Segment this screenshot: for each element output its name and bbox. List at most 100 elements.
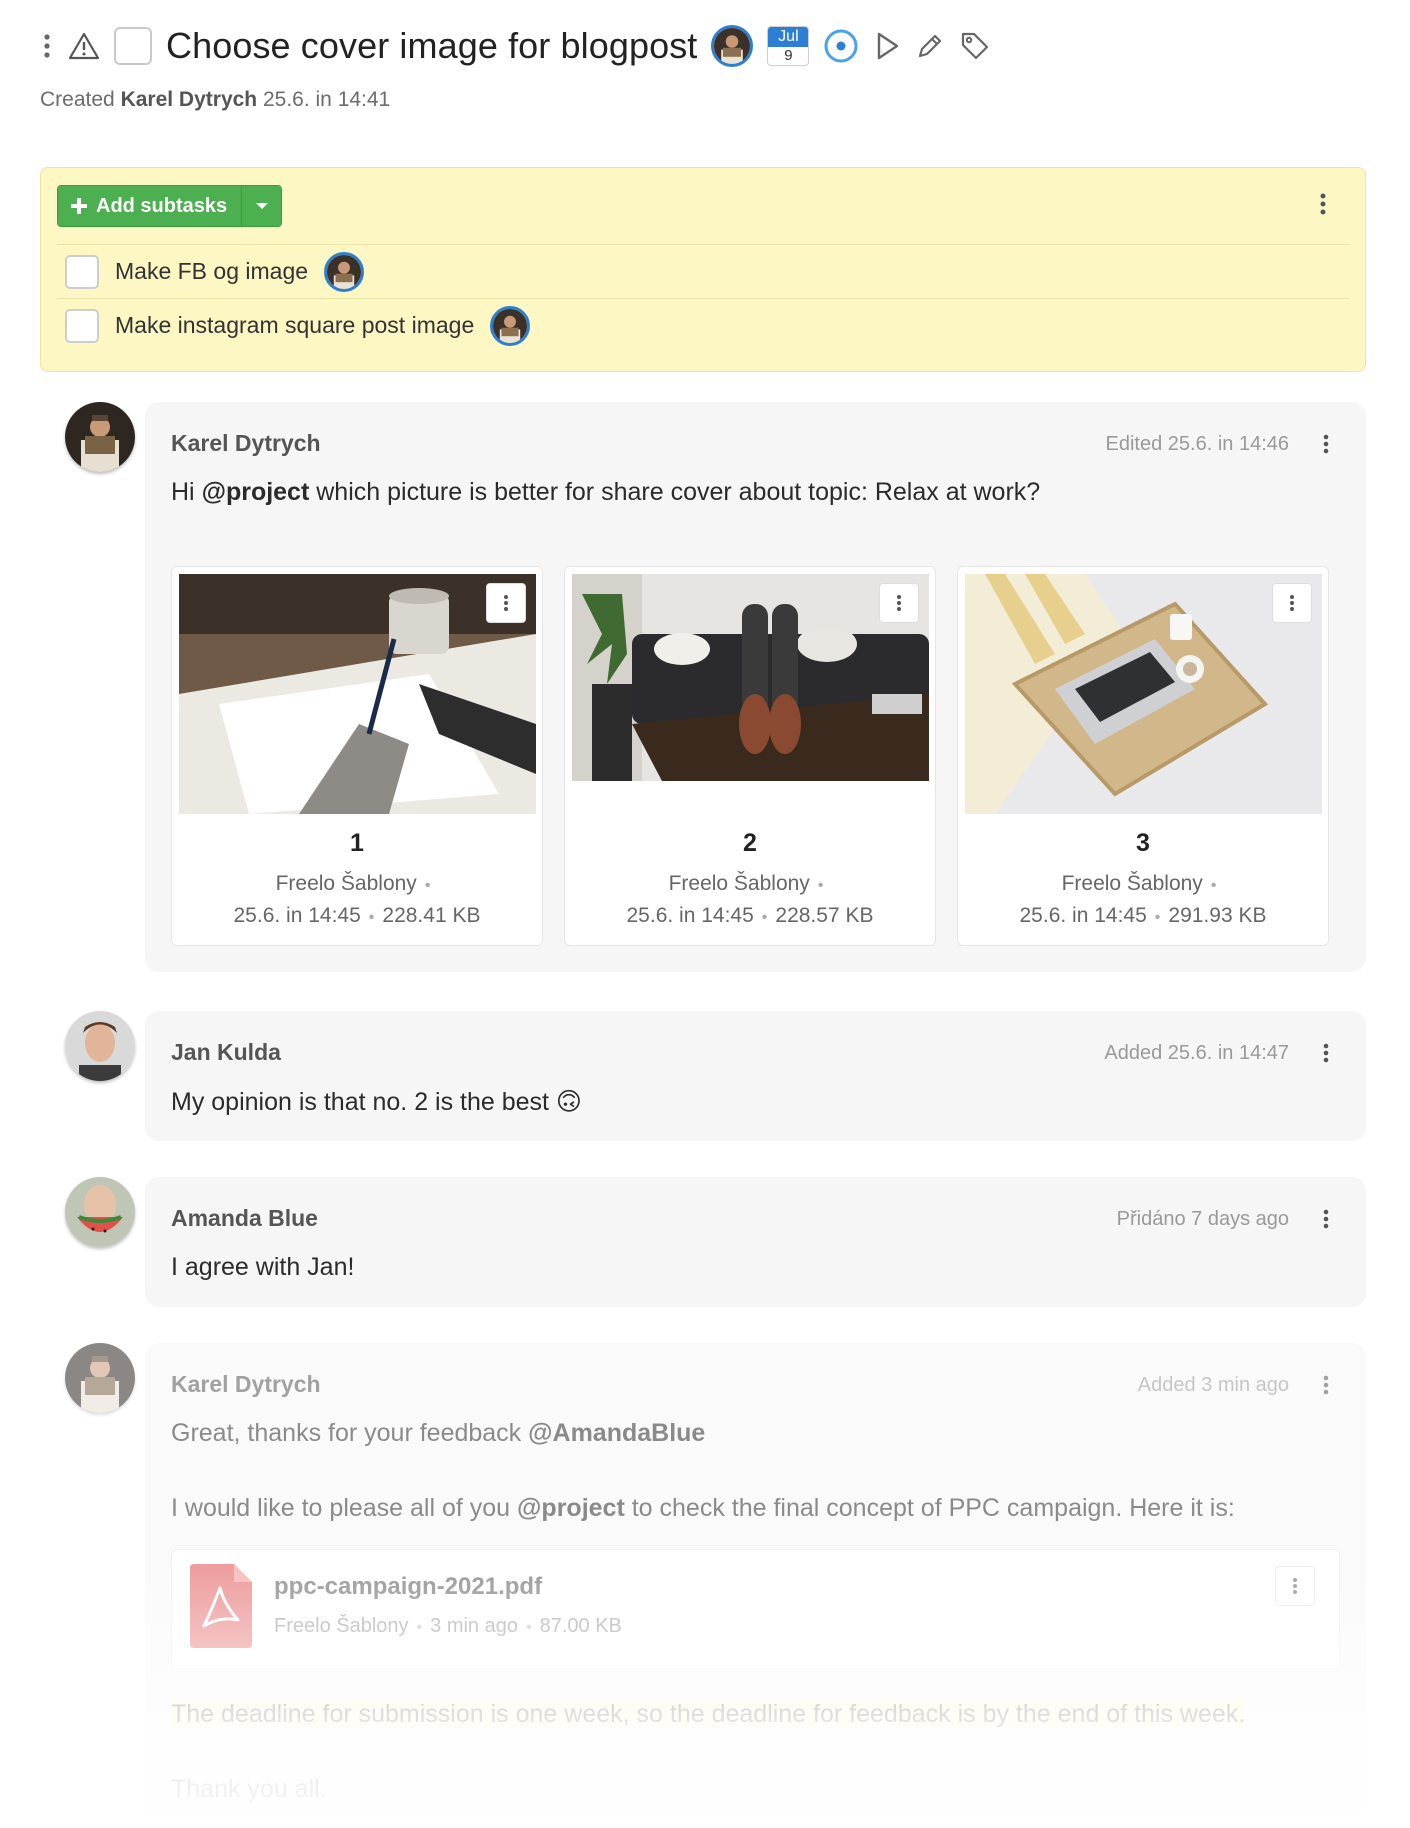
- pdf-file-icon: [190, 1564, 252, 1648]
- attachment-size: 228.57 KB: [775, 904, 874, 927]
- plus-icon: [71, 198, 87, 214]
- file-meta: Freelo Šablony • 3 min ago • 87.00 KB: [274, 1615, 622, 1638]
- subtask-label[interactable]: Make instagram square post image: [115, 312, 474, 339]
- file-time: 3 min ago: [430, 1615, 518, 1637]
- comment-author[interactable]: Amanda Blue: [171, 1205, 318, 1232]
- separator-dot: •: [368, 909, 375, 926]
- subtask-assignee-avatar[interactable]: [490, 305, 531, 346]
- mention-project[interactable]: @project: [517, 1494, 625, 1522]
- comment-author-avatar[interactable]: [65, 1343, 135, 1413]
- comment-meta: Edited 25.6. in 14:46: [1105, 433, 1289, 455]
- attachment-source: Freelo Šablony •: [958, 872, 1328, 896]
- add-subtasks-button[interactable]: Add subtasks: [58, 186, 242, 226]
- attachment-card[interactable]: 2 Freelo Šablony • 25.6. in 14:45 • 228.57 …: [564, 566, 936, 946]
- comment: Amanda Blue Přidáno 7 days ago I agree w…: [65, 1177, 1366, 1307]
- comment-bubble: Jan Kulda Added 25.6. in 14:47 My opinio…: [145, 1011, 1366, 1141]
- mention-amandablue[interactable]: @AmandaBlue: [528, 1419, 705, 1447]
- attachment-size: 228.41 KB: [382, 904, 481, 927]
- separator-dot: •: [424, 877, 431, 894]
- file-attachment-card[interactable]: ppc-campaign-2021.pdf Freelo Šablony • 3 m…: [171, 1549, 1340, 1669]
- subtasks-menu-kebab-icon[interactable]: [1319, 192, 1327, 216]
- attachment-info: 25.6. in 14:45 • 291.93 KB: [958, 904, 1328, 928]
- created-by[interactable]: Karel Dytrych: [121, 88, 258, 111]
- chevron-down-icon: [255, 203, 268, 209]
- comment-bubble: Karel Dytrych Edited 25.6. in 14:46 Hi @…: [145, 402, 1366, 972]
- attachment-menu-kebab-icon[interactable]: [879, 583, 919, 623]
- attachment-source-name[interactable]: Freelo Šablony: [1062, 872, 1203, 895]
- add-subtasks-label: Add subtasks: [96, 194, 228, 217]
- edit-pencil-icon[interactable]: [915, 31, 945, 61]
- comment-text-part: which picture is better for share cover …: [309, 478, 1041, 506]
- separator-dot: •: [817, 877, 824, 894]
- comment: Jan Kulda Added 25.6. in 14:47 My opinio…: [65, 1011, 1366, 1141]
- file-source[interactable]: Freelo Šablony: [274, 1615, 409, 1637]
- comment-text: I agree with Jan!: [171, 1253, 355, 1281]
- attachment-card[interactable]: 3 Freelo Šablony • 25.6. in 14:45 • 291.93 …: [957, 566, 1329, 946]
- comment-author-avatar[interactable]: [65, 402, 135, 472]
- created-at: 25.6. in 14:41: [262, 88, 391, 111]
- attachment-image[interactable]: [572, 574, 929, 781]
- comment: Karel Dytrych Added 3 min ago Great, tha…: [65, 1343, 1366, 1828]
- comment-text: The deadline for submission is one week,…: [171, 1700, 1246, 1729]
- file-name[interactable]: ppc-campaign-2021.pdf: [274, 1573, 542, 1601]
- task-header: Choose cover image for blogpost Jul 9: [40, 18, 991, 74]
- due-date-badge[interactable]: Jul 9: [767, 26, 810, 66]
- comment-menu-kebab-icon[interactable]: [1322, 1374, 1330, 1396]
- attachment-info: 25.6. in 14:45 • 228.57 KB: [565, 904, 935, 928]
- comment-text-part: Great, thanks for your feedback: [171, 1419, 529, 1447]
- comment-author-avatar[interactable]: [65, 1177, 135, 1247]
- subtask-checkbox[interactable]: [65, 254, 99, 289]
- tag-icon[interactable]: [959, 30, 991, 62]
- attachment-title[interactable]: 2: [565, 829, 935, 858]
- comment-text-part: Hi: [171, 478, 202, 506]
- comment-text: Hi @project which picture is better for …: [171, 478, 1040, 507]
- subtask-checkbox[interactable]: [65, 308, 99, 343]
- task-complete-checkbox[interactable]: [114, 27, 152, 65]
- attachment-menu-kebab-icon[interactable]: [486, 583, 526, 623]
- comment-author[interactable]: Karel Dytrych: [171, 1371, 321, 1398]
- comment-author-avatar[interactable]: [65, 1011, 135, 1081]
- subtask-item[interactable]: Make FB og image: [57, 244, 1349, 298]
- task-menu-kebab-icon[interactable]: [40, 33, 54, 59]
- attachment-image[interactable]: [179, 574, 536, 814]
- add-subtasks-button-group: Add subtasks: [57, 185, 283, 227]
- comment-meta: Přidáno 7 days ago: [1116, 1208, 1289, 1230]
- comment-author[interactable]: Jan Kulda: [171, 1039, 281, 1066]
- task-title[interactable]: Choose cover image for blogpost: [166, 25, 697, 67]
- comment-text: Thank you all.: [171, 1775, 327, 1803]
- attachment-menu-kebab-icon[interactable]: [1272, 583, 1312, 623]
- comment-author[interactable]: Karel Dytrych: [171, 430, 321, 457]
- comment-bubble: Amanda Blue Přidáno 7 days ago I agree w…: [145, 1177, 1366, 1307]
- priority-target-icon[interactable]: [823, 28, 859, 64]
- add-subtasks-dropdown-button[interactable]: [241, 186, 282, 226]
- play-icon[interactable]: [873, 30, 901, 62]
- attachment-source: Freelo Šablony •: [565, 872, 935, 896]
- warning-icon[interactable]: [68, 31, 100, 61]
- attachment-title[interactable]: 3: [958, 829, 1328, 858]
- attachment-image[interactable]: [965, 574, 1322, 814]
- comment-text-part: I would like to please all of you: [171, 1494, 518, 1522]
- subtask-assignee-avatar[interactable]: [324, 251, 365, 292]
- subtask-item[interactable]: Make instagram square post image: [57, 298, 1349, 352]
- comment-menu-kebab-icon[interactable]: [1322, 433, 1330, 455]
- assignee-avatar[interactable]: [711, 25, 754, 67]
- comment-menu-kebab-icon[interactable]: [1322, 1208, 1330, 1230]
- separator-dot: •: [525, 1619, 532, 1636]
- file-menu-kebab-icon[interactable]: [1275, 1566, 1315, 1606]
- attachment-date: 25.6. in 14:45: [1019, 904, 1147, 927]
- highlighted-text: The deadline for submission is one week,…: [171, 1700, 1246, 1728]
- attachment-source-name[interactable]: Freelo Šablony: [276, 872, 417, 895]
- comment-text: I would like to please all of you @proje…: [171, 1494, 1235, 1523]
- comment-text: My opinion is that no. 2 is the best 🙃: [171, 1088, 582, 1116]
- subtask-label[interactable]: Make FB og image: [115, 258, 308, 285]
- comment-bubble: Karel Dytrych Added 3 min ago Great, tha…: [145, 1343, 1366, 1828]
- comment-menu-kebab-icon[interactable]: [1322, 1042, 1330, 1064]
- due-day: 9: [784, 47, 793, 64]
- attachment-card[interactable]: 1 Freelo Šablony • 25.6. in 14:45 • 228.41 …: [171, 566, 543, 946]
- attachment-title[interactable]: 1: [172, 829, 542, 858]
- attachment-source-name[interactable]: Freelo Šablony: [669, 872, 810, 895]
- comment-meta: Added 25.6. in 14:47: [1104, 1042, 1289, 1064]
- mention-project[interactable]: @project: [202, 478, 310, 506]
- attachment-info: 25.6. in 14:45 • 228.41 KB: [172, 904, 542, 928]
- file-size: 87.00 KB: [539, 1615, 622, 1637]
